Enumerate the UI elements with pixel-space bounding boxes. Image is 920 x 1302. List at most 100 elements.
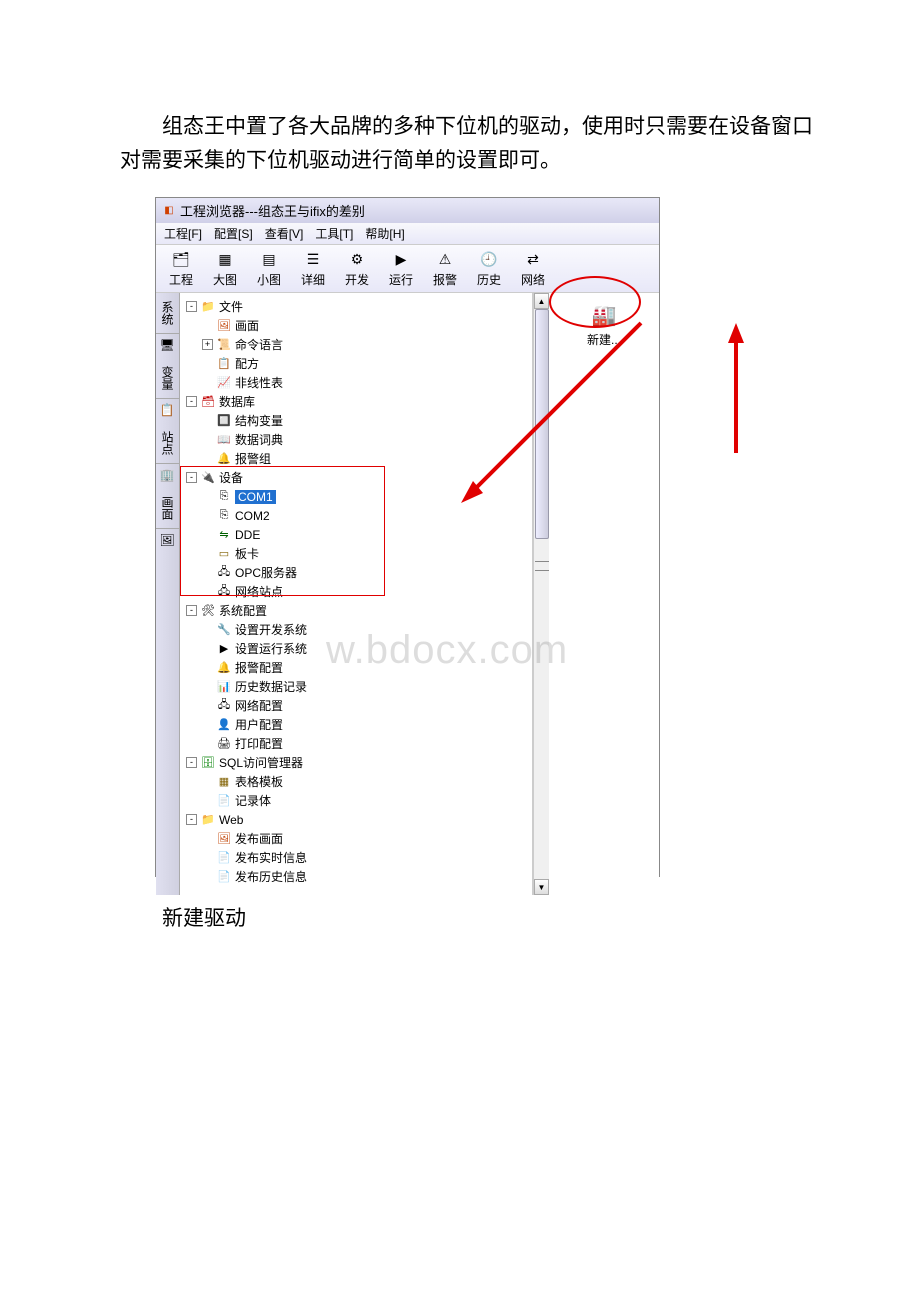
tool-alarm[interactable]: ⚠ 报警 [428,249,462,288]
tree-node-alarmgrp[interactable]: 🔔 报警组 [186,449,526,468]
tool-bigicon[interactable]: ▦ 大图 [208,249,242,288]
smallicon-icon: ▤ [259,249,279,269]
tool-smallicon[interactable]: ▤ 小图 [252,249,286,288]
tree-node-web[interactable]: - 📁 Web [186,810,526,829]
tree-node-pubscreen[interactable]: 🖼 发布画面 [186,829,526,848]
netcfg-icon: 🖧 [216,699,232,713]
tool-network[interactable]: ⇄ 网络 [516,249,550,288]
tree-label-tabletpl: 表格模板 [235,773,283,790]
tree-label-recipe: 配方 [235,355,259,372]
scroll-down-icon[interactable]: ▼ [534,879,549,895]
menu-config[interactable]: 配置[S] [214,225,253,242]
tree-node-netcfg[interactable]: 🖧 网络配置 [186,696,526,715]
menu-view[interactable]: 查看[V] [265,225,304,242]
expander-icon[interactable]: - [186,396,197,407]
tree-node-recordbody[interactable]: 📄 记录体 [186,791,526,810]
vtab-site[interactable]: 站点 [156,423,179,464]
tree-label-usercfg: 用户配置 [235,716,283,733]
tree-label-file: 文件 [219,298,243,315]
tree-node-runsys[interactable]: ▶ 设置运行系统 [186,639,526,658]
alarmcfg-icon: 🔔 [216,661,232,675]
cmdlang-icon: 📜 [216,338,232,352]
tree-node-devsys[interactable]: 🔧 设置开发系统 [186,620,526,639]
alarmgrp-icon: 🔔 [216,452,232,466]
tool-history[interactable]: 🕘 历史 [472,249,506,288]
tree-label-com2: COM2 [235,509,270,523]
expander-icon[interactable]: - [186,814,197,825]
vtab-system[interactable]: 系统 [156,293,179,334]
tree-node-pubhist[interactable]: 📄 发布历史信息 [186,867,526,886]
new-driver-button[interactable]: 🏭 新建... [557,301,651,348]
tree-node-nonlinear[interactable]: 📈 非线性表 [186,373,526,392]
tool-run-label: 运行 [389,271,413,288]
tool-run[interactable]: ▶ 运行 [384,249,418,288]
scroll-thumb[interactable] [535,309,549,539]
tree-label-alarmgrp: 报警组 [235,450,271,467]
menu-project[interactable]: 工程[F] [164,225,202,242]
bigicon-icon: ▦ [215,249,235,269]
tool-detail[interactable]: ☰ 详细 [296,249,330,288]
tool-develop[interactable]: ⚙ 开发 [340,249,374,288]
tree-label-screen: 画面 [235,317,259,334]
tree-node-tabletpl[interactable]: ▦ 表格模板 [186,772,526,791]
tree-node-screen[interactable]: 🖼 画面 [186,316,526,335]
project-icon: 🗂 [171,249,191,269]
tree-node-dde[interactable]: ⇋ DDE [186,525,526,544]
tree-node-database[interactable]: - 🗃 数据库 [186,392,526,411]
scroll-up-icon[interactable]: ▲ [534,293,549,309]
vertical-scrollbar[interactable]: ▲ ▼ [533,293,549,895]
develop-icon: ⚙ [347,249,367,269]
tree-node-com1[interactable]: ⎘ COM1 [186,487,526,506]
window-title-text: 工程浏览器---组态王与ifix的差别 [180,201,365,220]
screenshot: ◧ 工程浏览器---组态王与ifix的差别 工程[F] 配置[S] 查看[V] … [155,197,660,877]
tree-label-sysconfig: 系统配置 [219,602,267,619]
vtab-screen[interactable]: 画面 [156,488,179,529]
history-icon: 🕘 [479,249,499,269]
device-icon: 🔌 [200,471,216,485]
tree-node-histdata[interactable]: 📊 历史数据记录 [186,677,526,696]
tree-node-cmdlang[interactable]: + 📜 命令语言 [186,335,526,354]
pubscreen-icon: 🖼 [216,832,232,846]
tree-node-recipe[interactable]: 📋 配方 [186,354,526,373]
tree-node-structvar[interactable]: 🔲 结构变量 [186,411,526,430]
tree-node-pubrt[interactable]: 📄 发布实时信息 [186,848,526,867]
tree-node-alarmcfg[interactable]: 🔔 报警配置 [186,658,526,677]
tree-node-board[interactable]: ▭ 板卡 [186,544,526,563]
tree-node-opc[interactable]: 🖧 OPC服务器 [186,563,526,582]
expander-icon[interactable]: + [202,339,213,350]
recordbody-icon: 📄 [216,794,232,808]
tree-node-sysconfig[interactable]: - 🛠 系统配置 [186,601,526,620]
tabletpl-icon: ▦ [216,775,232,789]
tree-node-file[interactable]: - 📁 文件 [186,297,526,316]
vtab-variable-label: 变量 [159,366,176,390]
tree-label-device: 设备 [219,469,243,486]
expander-icon[interactable]: - [186,757,197,768]
tool-project[interactable]: 🗂 工程 [164,249,198,288]
tree-node-printcfg[interactable]: 🖨 打印配置 [186,734,526,753]
tree-view[interactable]: - 📁 文件 🖼 画面 + 📜 命令语言 📋 [180,293,532,890]
new-driver-label: 新建... [587,331,621,348]
tree-node-sqlmgr[interactable]: - 🗄 SQL访问管理器 [186,753,526,772]
tree-label-netcfg: 网络配置 [235,697,283,714]
folder-icon: 📁 [200,813,216,827]
vtab-system-label: 系统 [159,301,176,325]
menu-help[interactable]: 帮助[H] [365,225,404,242]
netsite-icon: 🖧 [216,585,232,599]
tree-node-com2[interactable]: ⎘ COM2 [186,506,526,525]
tree-node-device[interactable]: - 🔌 设备 [186,468,526,487]
expander-icon[interactable]: - [186,472,197,483]
expander-icon[interactable]: - [186,605,197,616]
tree-label-sqlmgr: SQL访问管理器 [219,754,303,771]
tool-alarm-label: 报警 [433,271,457,288]
tree-node-netsite[interactable]: 🖧 网络站点 [186,582,526,601]
expander-icon[interactable]: - [186,301,197,312]
opc-icon: 🖧 [216,566,232,580]
vtab-variable[interactable]: 变量 [156,358,179,399]
screen-icon: 🖼 [216,319,232,333]
tree-label-datadict: 数据词典 [235,431,283,448]
tree-node-datadict[interactable]: 📖 数据词典 [186,430,526,449]
tree-node-usercfg[interactable]: 👤 用户配置 [186,715,526,734]
toolbar: 🗂 工程 ▦ 大图 ▤ 小图 ☰ 详细 ⚙ 开发 ▶ 运行 ⚠ 报警 🕘 历 [156,245,659,293]
menu-tools[interactable]: 工具[T] [315,225,353,242]
vtab-variable-icon: 📋 [160,403,176,419]
